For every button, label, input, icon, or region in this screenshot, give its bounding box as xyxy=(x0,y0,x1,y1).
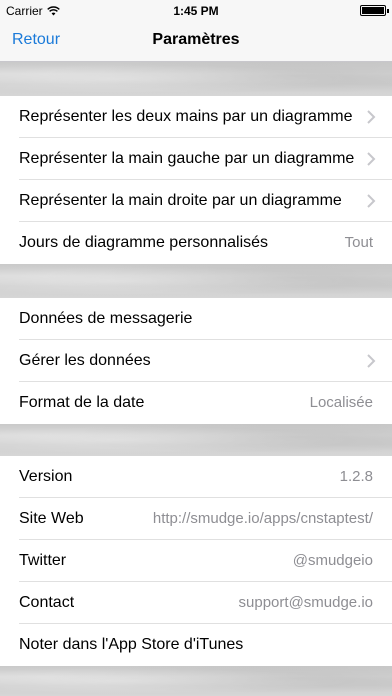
row-value: Localisée xyxy=(309,394,373,411)
row-value: @smudgeio xyxy=(292,552,373,569)
date-format-row[interactable]: Format de la date Localisée xyxy=(0,382,392,424)
chevron-right-icon xyxy=(367,110,376,124)
website-row[interactable]: Site Web http://smudge.io/apps/cnstaptes… xyxy=(0,498,392,540)
row-label: Twitter xyxy=(19,552,67,569)
row-value: 1.2.8 xyxy=(339,468,373,485)
twitter-row[interactable]: Twitter @smudgeio xyxy=(0,540,392,582)
chart-right-hand-row[interactable]: Représenter la main droite par un diagra… xyxy=(0,180,392,222)
chart-both-hands-row[interactable]: Représenter les deux mains par un diagra… xyxy=(0,96,392,138)
section-separator xyxy=(0,264,392,298)
section-separator xyxy=(0,666,392,696)
row-label: Format de la date xyxy=(19,394,145,411)
row-label: Noter dans l'App Store d'iTunes xyxy=(19,636,244,653)
row-label: Site Web xyxy=(19,510,84,527)
row-value: http://smudge.io/apps/cnstaptest/ xyxy=(152,510,373,527)
battery-icon xyxy=(360,5,389,16)
navigation-bar: Retour Paramètres xyxy=(0,22,392,62)
row-label: Jours de diagramme personnalisés xyxy=(19,234,269,251)
row-label: Version xyxy=(19,468,73,485)
row-value: support@smudge.io xyxy=(238,594,373,611)
chart-left-hand-row[interactable]: Représenter la main gauche par un diagra… xyxy=(0,138,392,180)
section-separator xyxy=(0,424,392,456)
section-separator xyxy=(0,62,392,96)
row-label: Contact xyxy=(19,594,75,611)
rate-app-row[interactable]: Noter dans l'App Store d'iTunes xyxy=(0,624,392,666)
manage-data-row[interactable]: Gérer les données xyxy=(0,340,392,382)
row-value: Tout xyxy=(344,234,373,251)
custom-chart-days-row[interactable]: Jours de diagramme personnalisés Tout xyxy=(0,222,392,264)
version-row: Version 1.2.8 xyxy=(0,456,392,498)
row-label: Représenter la main gauche par un diagra… xyxy=(19,150,355,167)
page-title: Paramètres xyxy=(152,31,240,48)
row-label: Gérer les données xyxy=(19,352,151,369)
contact-row[interactable]: Contact support@smudge.io xyxy=(0,582,392,624)
row-label: Représenter les deux mains par un diagra… xyxy=(19,108,353,125)
chevron-right-icon xyxy=(367,354,376,368)
chevron-right-icon xyxy=(367,194,376,208)
messaging-data-row[interactable]: Données de messagerie xyxy=(0,298,392,340)
row-label: Représenter la main droite par un diagra… xyxy=(19,192,342,209)
row-label: Données de messagerie xyxy=(19,310,193,327)
chevron-right-icon xyxy=(367,152,376,166)
status-time: 1:45 PM xyxy=(173,4,219,18)
status-bar: Carrier 1:45 PM xyxy=(0,0,392,22)
